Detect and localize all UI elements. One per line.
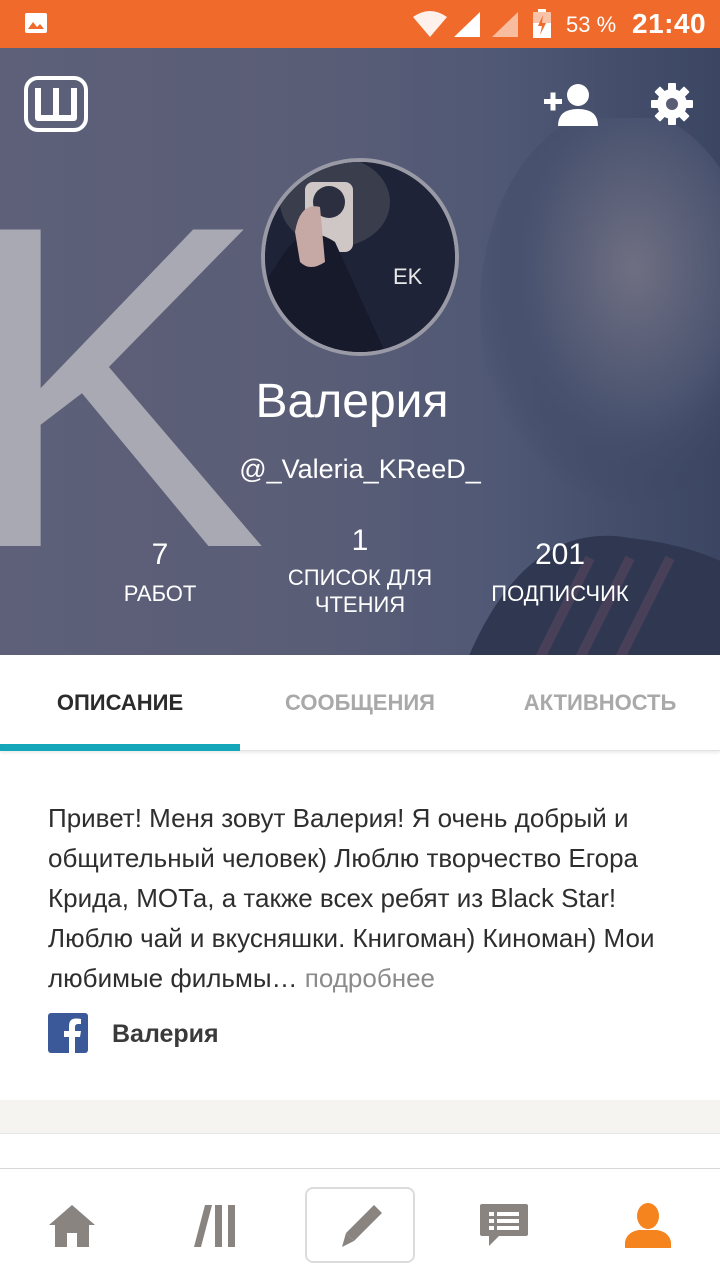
avatar[interactable]: EK: [261, 158, 459, 356]
stat-works-label: РАБОТ: [123, 581, 197, 606]
tab-messages[interactable]: СООБЩЕНИЯ: [240, 655, 480, 751]
add-friend-icon[interactable]: [544, 82, 600, 126]
stat-reading-lists-label-line2: ЧТЕНИЯ: [314, 592, 406, 617]
facebook-name: Валерия: [112, 1020, 219, 1048]
signal-icon: [492, 12, 518, 37]
profile-name: Валерия: [255, 375, 449, 428]
stat-works-count: 7: [151, 538, 169, 571]
avatar-shirt-logo: EK: [393, 264, 423, 289]
profile-username: @_Valeria_KReeD_: [239, 454, 481, 484]
profile-icon: [625, 1203, 671, 1248]
stat-reading-lists-label-line1: СПИСОК ДЛЯ: [287, 565, 433, 590]
gallery-icon: [25, 13, 47, 33]
nav-messages[interactable]: [432, 1169, 576, 1280]
bottom-navigation: [0, 1168, 720, 1280]
home-icon: [49, 1205, 95, 1247]
library-icon: [194, 1205, 235, 1247]
settings-gear-icon[interactable]: [650, 82, 694, 126]
wifi-icon: [413, 11, 447, 37]
tab-active-indicator: [0, 744, 240, 751]
signal-icon: [454, 12, 480, 37]
profile-tabs: ОПИСАНИЕ СООБЩЕНИЯ АКТИВНОСТЬ: [0, 655, 720, 751]
read-more-link[interactable]: подробнее: [305, 963, 435, 993]
about-section: Привет! Меня зовут Валерия! Я очень добр…: [48, 798, 678, 998]
messages-icon: [480, 1204, 528, 1246]
stat-reading-lists[interactable]: 1 СПИСОК ДЛЯ ЧТЕНИЯ: [270, 524, 450, 618]
stat-followers-label: ПОДПИСЧИК: [491, 581, 629, 606]
write-icon: [342, 1205, 382, 1247]
tab-activity[interactable]: АКТИВНОСТЬ: [480, 655, 720, 751]
profile-header: K EK Валерия @_Valeria_KReeD_ 7 РАБОТ 1 …: [0, 48, 720, 655]
tab-description[interactable]: ОПИСАНИЕ: [0, 655, 240, 751]
nav-write[interactable]: [305, 1187, 415, 1263]
stat-reading-lists-count: 1: [351, 524, 369, 557]
nav-profile[interactable]: [576, 1169, 720, 1280]
section-divider: [0, 1100, 720, 1134]
battery-charging-icon: [533, 9, 551, 38]
facebook-icon: [48, 1013, 88, 1053]
battery-percent: 53 %: [566, 12, 617, 37]
nav-home[interactable]: [0, 1169, 144, 1280]
stat-followers[interactable]: 201 ПОДПИСЧИК: [470, 538, 650, 607]
clock: 21:40: [632, 8, 707, 39]
nav-library[interactable]: [144, 1169, 288, 1280]
stat-followers-count: 201: [534, 538, 586, 571]
status-bar: 53 % 21:40: [0, 0, 720, 48]
stat-works[interactable]: 7 РАБОТ: [100, 538, 220, 607]
app-logo-icon[interactable]: [24, 76, 88, 132]
